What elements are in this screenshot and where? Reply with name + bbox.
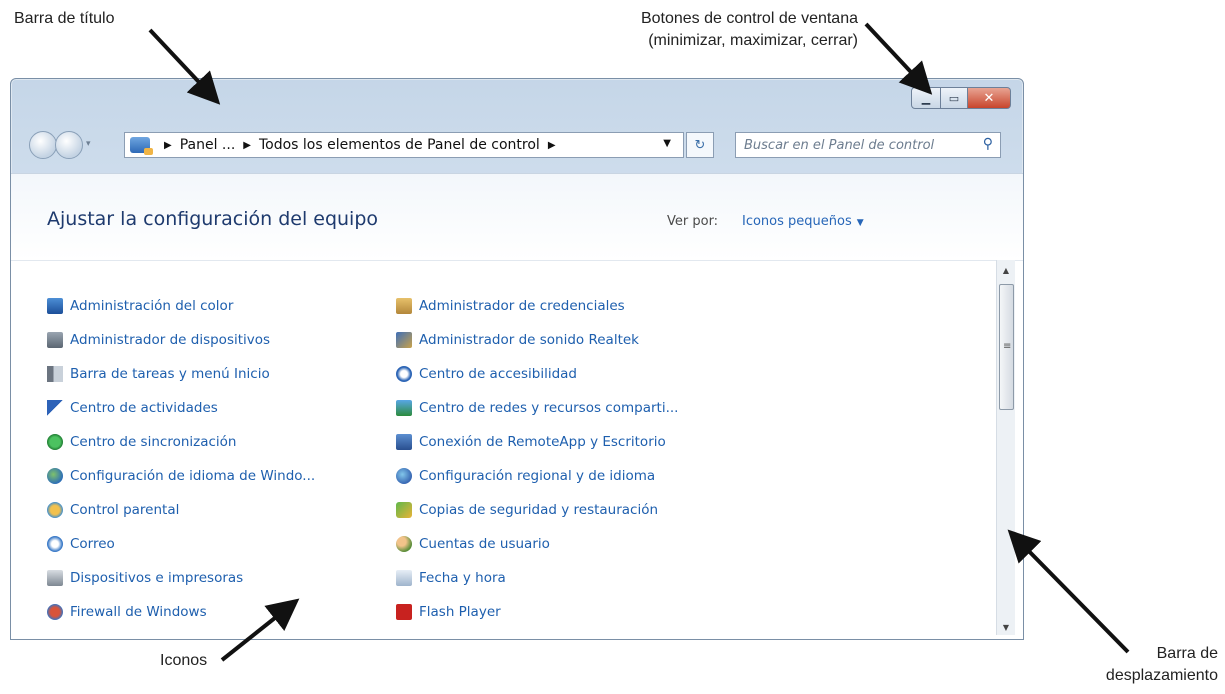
list-item[interactable]: Centro de sincronización — [47, 434, 236, 450]
callout-window-controls-line1: Botones de control de ventana — [640, 10, 858, 27]
taskbar-icon — [47, 366, 63, 382]
list-item[interactable]: Firewall de Windows — [47, 604, 207, 620]
close-button[interactable]: ✕ — [968, 87, 1011, 109]
arrow-scrollbar — [1007, 529, 1130, 654]
parental-control-icon — [47, 502, 63, 518]
printer-icon — [47, 570, 63, 586]
view-by-value: Iconos pequeños — [742, 214, 852, 229]
minimize-icon: ▁ — [921, 91, 931, 105]
list-item[interactable]: Administrador de dispositivos — [47, 332, 270, 348]
navigation-bar: ▾ ▶ Panel ... ▶ Todos los elementos de P… — [11, 127, 1023, 161]
breadcrumb-all-items[interactable]: Todos los elementos de Panel de control — [259, 137, 540, 153]
action-center-flag-icon — [47, 400, 63, 416]
list-item[interactable]: Administrador de sonido Realtek — [396, 332, 639, 348]
remoteapp-icon — [396, 434, 412, 450]
realtek-sound-icon — [396, 332, 412, 348]
maximize-button[interactable]: ▭ — [941, 87, 968, 109]
chevron-down-icon: ▼ — [856, 218, 864, 228]
vertical-scrollbar[interactable]: ▲ ≡ ▼ — [996, 260, 1015, 635]
breadcrumb-separator-icon: ▶ — [164, 139, 172, 151]
address-bar[interactable]: ▶ Panel ... ▶ Todos los elementos de Pan… — [124, 132, 684, 158]
callout-window-controls-line2: (minimizar, maximizar, cerrar) — [648, 32, 858, 49]
view-by-label: Ver por: — [667, 214, 719, 229]
list-item[interactable]: Configuración de idioma de Windo... — [47, 468, 315, 484]
content-area: Ajustar la configuración del equipo Ver … — [11, 173, 1023, 639]
breadcrumb-separator-icon: ▶ — [243, 139, 251, 151]
scrollbar-thumb[interactable]: ≡ — [999, 284, 1014, 410]
address-dropdown-icon[interactable]: ▼ — [663, 138, 671, 149]
refresh-button[interactable]: ↻ — [686, 132, 714, 158]
search-icon[interactable]: ⚲ — [983, 136, 993, 152]
list-item[interactable]: Control parental — [47, 502, 179, 518]
control-panel-icon — [130, 137, 153, 155]
forward-button[interactable] — [55, 131, 83, 159]
window-controls: ▁ ▭ ✕ — [911, 87, 1011, 109]
credential-vault-icon — [396, 298, 412, 314]
scroll-up-arrow-icon[interactable]: ▲ — [997, 262, 1015, 278]
network-icon — [396, 400, 412, 416]
restore-icon: ▭ — [948, 91, 960, 105]
firewall-icon — [47, 604, 63, 620]
list-item[interactable]: Configuración regional y de idioma — [396, 468, 655, 484]
sync-center-icon — [47, 434, 63, 450]
search-input[interactable] — [736, 136, 971, 154]
list-item[interactable]: Copias de seguridad y restauración — [396, 502, 658, 518]
callout-icons: Iconos — [160, 652, 208, 669]
backup-icon — [396, 502, 412, 518]
list-item[interactable]: Administrador de credenciales — [396, 298, 625, 314]
items-list: Administración del color Administrador d… — [11, 260, 1001, 639]
list-item[interactable]: Centro de actividades — [47, 400, 218, 416]
list-item[interactable]: Correo — [47, 536, 115, 552]
callout-window-controls: Botones de control de ventana (minimizar… — [596, 8, 858, 52]
recent-pages-dropdown-icon[interactable]: ▾ — [86, 139, 91, 149]
callout-scrollbar-line1: Barra de — [1156, 645, 1218, 662]
content-header: Ajustar la configuración del equipo Ver … — [11, 174, 1023, 261]
flash-player-icon — [396, 604, 412, 620]
language-globe-icon — [47, 468, 63, 484]
user-accounts-icon — [396, 536, 412, 552]
color-management-icon — [47, 298, 63, 314]
scroll-down-arrow-icon[interactable]: ▼ — [997, 619, 1015, 635]
view-by-dropdown[interactable]: Iconos pequeños ▼ — [742, 214, 864, 229]
minimize-button[interactable]: ▁ — [911, 87, 941, 109]
search-box: ⚲ — [735, 132, 1001, 158]
breadcrumb-separator-icon[interactable]: ▶ — [548, 140, 556, 151]
arrow-window-controls — [864, 22, 933, 95]
regional-globe-icon — [396, 468, 412, 484]
close-icon: ✕ — [983, 90, 995, 106]
control-panel-window: ▁ ▭ ✕ ▾ ▶ Panel ... ▶ Todos los elemento… — [10, 78, 1024, 640]
back-button[interactable] — [29, 131, 57, 159]
list-item[interactable]: Dispositivos e impresoras — [47, 570, 243, 586]
list-item[interactable]: Fecha y hora — [396, 570, 506, 586]
list-item[interactable]: Flash Player — [396, 604, 501, 620]
callout-title-bar: Barra de título — [14, 10, 115, 27]
list-item[interactable]: Centro de accesibilidad — [396, 366, 577, 382]
list-item[interactable]: Administración del color — [47, 298, 233, 314]
scroll-grip-icon: ≡ — [1003, 341, 1012, 352]
device-manager-icon — [47, 332, 63, 348]
list-item[interactable]: Conexión de RemoteApp y Escritorio — [396, 434, 666, 450]
accessibility-icon — [396, 366, 412, 382]
refresh-icon: ↻ — [694, 137, 706, 153]
date-time-icon — [396, 570, 412, 586]
callout-scrollbar: Barra de desplazamiento — [1080, 643, 1218, 687]
list-item[interactable]: Centro de redes y recursos comparti... — [396, 400, 678, 416]
breadcrumb-panel[interactable]: Panel ... — [180, 137, 236, 153]
mail-icon — [47, 536, 63, 552]
list-item[interactable]: Barra de tareas y menú Inicio — [47, 366, 270, 382]
callout-scrollbar-line2: desplazamiento — [1105, 667, 1218, 684]
page-title: Ajustar la configuración del equipo — [47, 208, 379, 230]
list-item[interactable]: Cuentas de usuario — [396, 536, 550, 552]
